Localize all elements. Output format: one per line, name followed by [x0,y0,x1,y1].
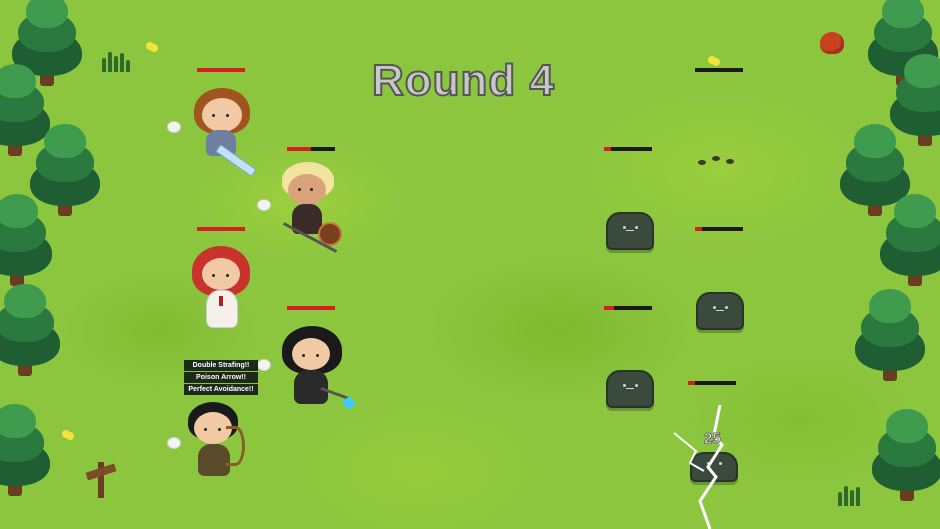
enemy-hp-bar [604,306,652,310]
tree [862,405,940,505]
sheep-icon [258,360,270,370]
bow-icon [226,426,245,466]
hp-fill [197,68,245,72]
lightning-effect [673,405,724,529]
enemy-hp-bar [695,227,743,231]
hero-hp-bar [287,306,335,310]
signpost-icon [84,458,118,498]
hero-knight[interactable] [192,86,257,182]
grass-tuft [98,52,134,72]
round-title: Round 4 [371,55,555,106]
skill-callout-list: Double Strafing!! Poison Arrow!! Perfect… [184,360,258,396]
enemy-slime[interactable] [696,292,744,330]
hp-fill [604,306,614,310]
enemy-slime[interactable] [606,212,654,250]
tree [845,285,935,385]
tree [870,190,940,290]
damage-number: 25 [704,430,722,448]
rocks-icon [698,156,742,166]
sword-icon [215,144,257,177]
sheep-icon [168,438,180,448]
enemy-hp-bar [604,147,652,151]
sheep-icon [168,122,180,132]
flower [62,430,70,438]
hp-fill [287,306,335,310]
skill-callout: Perfect Avoidance!! [184,384,258,395]
battle-field: Round 4 Double Strafing!! Poison Arrow!!… [0,0,940,529]
hero-hp-bar [197,68,245,72]
hp-fill [287,147,311,151]
hp-fill [688,381,696,385]
hero-archer[interactable] [186,400,250,490]
tree [0,280,70,380]
flower [146,42,154,50]
hero-hp-bar [197,227,245,231]
enemy-hp-bar [688,381,736,385]
flower [708,56,716,64]
sheep-icon [258,200,270,210]
hero-warrior[interactable] [280,160,346,256]
skill-callout: Poison Arrow!! [184,372,258,383]
mushroom-icon [820,32,844,54]
skill-callout: Double Strafing!! [184,360,258,371]
hp-fill [197,227,245,231]
enemy-slime[interactable] [606,370,654,408]
hp-fill [695,227,703,231]
tree [0,190,62,290]
tree [0,400,60,500]
grass-tuft [834,486,870,506]
enemy-hp-bar [695,68,743,72]
hp-fill [604,147,612,151]
hero-mage[interactable] [280,326,360,416]
hero-priest[interactable] [190,244,254,332]
hero-hp-bar [287,147,335,151]
